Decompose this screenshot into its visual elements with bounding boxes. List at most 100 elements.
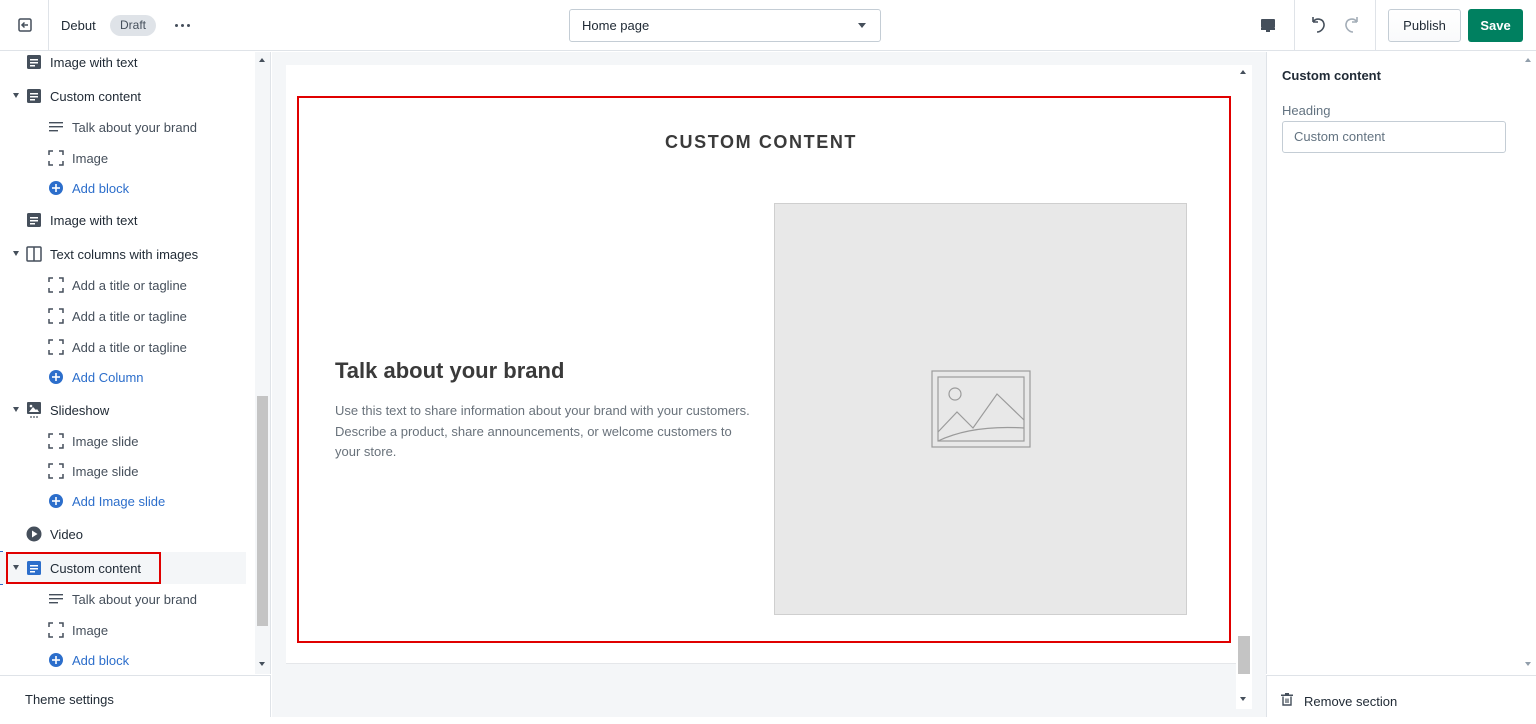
- add-block-button[interactable]: Add block: [0, 645, 255, 674]
- theme-settings-button[interactable]: Theme settings: [0, 675, 271, 717]
- top-bar: Debut Draft Home page Publish Save: [0, 0, 1536, 51]
- caret-down-icon[interactable]: [13, 251, 19, 256]
- scroll-down-arrow[interactable]: [259, 662, 265, 666]
- section-icon: [27, 55, 41, 69]
- theme-name: Debut: [61, 18, 96, 33]
- sidebar-item-label: Video: [50, 526, 84, 542]
- block-image-slide[interactable]: Image slide: [0, 456, 255, 486]
- undo-icon: [1312, 17, 1325, 33]
- caret-down-icon[interactable]: [13, 93, 19, 98]
- device-preview-button[interactable]: [1256, 14, 1280, 36]
- image-frame-icon: [48, 433, 64, 449]
- divider: [1375, 0, 1376, 51]
- add-block-label: Add block: [72, 652, 130, 668]
- add-circle-icon: [49, 653, 63, 667]
- block-label: Image: [72, 622, 109, 638]
- section-icon: [27, 89, 41, 103]
- exit-editor-button[interactable]: [14, 14, 36, 36]
- add-block-button[interactable]: Add block: [0, 173, 255, 203]
- sidebar-item-image-with-text[interactable]: Image with text: [0, 52, 255, 77]
- image-frame-icon: [48, 622, 64, 638]
- remove-section-button[interactable]: Remove section: [1266, 675, 1536, 717]
- sidebar-item-label: Image with text: [50, 212, 138, 228]
- preview-footer-area: [286, 663, 1236, 709]
- play-circle-icon: [26, 526, 42, 542]
- remove-section-label: Remove section: [1304, 694, 1398, 709]
- add-circle-icon: [49, 181, 63, 195]
- publish-button[interactable]: Publish: [1388, 9, 1461, 42]
- slideshow-icon: [27, 402, 41, 418]
- image-frame-icon: [48, 277, 64, 293]
- scroll-up-arrow[interactable]: [1525, 58, 1531, 62]
- block-label: Image: [72, 150, 109, 166]
- scroll-down-arrow[interactable]: [1240, 697, 1246, 701]
- block-label: Add a title or tagline: [72, 308, 187, 324]
- chevron-down-icon: [858, 23, 866, 28]
- scroll-up-arrow[interactable]: [259, 58, 265, 62]
- caret-down-icon[interactable]: [13, 407, 19, 412]
- block-talk-about-brand[interactable]: Talk about your brand: [0, 112, 255, 142]
- page-select-value: Home page: [582, 18, 650, 33]
- undo-button[interactable]: [1306, 13, 1330, 37]
- sidebar-item-label: Image with text: [50, 54, 138, 70]
- block-label: Image slide: [72, 463, 139, 479]
- sidebar-item-slideshow[interactable]: Slideshow: [0, 395, 255, 425]
- scroll-thumb[interactable]: [257, 396, 268, 626]
- sidebar-item-label: Text columns with images: [50, 246, 199, 262]
- redo-button[interactable]: [1340, 13, 1364, 37]
- block-talk-about-brand[interactable]: Talk about your brand: [0, 584, 255, 614]
- page-select[interactable]: Home page: [569, 9, 881, 42]
- columns-icon: [26, 246, 42, 262]
- more-actions-button[interactable]: [170, 15, 194, 35]
- desktop-icon: [1261, 19, 1275, 32]
- image-frame-icon: [48, 308, 64, 324]
- heading-input[interactable]: Custom content: [1282, 121, 1506, 153]
- text-lines-icon: [49, 594, 63, 604]
- add-circle-icon: [49, 494, 63, 508]
- highlight-box: [297, 96, 1231, 643]
- add-column-button[interactable]: Add Column: [0, 362, 255, 392]
- block-image-slide[interactable]: Image slide: [0, 426, 255, 456]
- dot: [186, 23, 190, 27]
- scroll-thumb[interactable]: [1238, 636, 1250, 674]
- add-image-slide-label: Add Image slide: [72, 493, 166, 509]
- section-icon: [27, 213, 41, 227]
- sidebar-item-text-columns[interactable]: Text columns with images: [0, 239, 255, 269]
- block-image[interactable]: Image: [0, 615, 255, 645]
- add-circle-icon: [49, 370, 63, 384]
- block-label: Talk about your brand: [72, 591, 198, 607]
- save-button[interactable]: Save: [1468, 9, 1523, 42]
- block-label: Add a title or tagline: [72, 277, 187, 293]
- block-label: Talk about your brand: [72, 119, 198, 135]
- sidebar-scrollbar[interactable]: [255, 52, 270, 674]
- sidebar-item-image-with-text[interactable]: Image with text: [0, 205, 255, 235]
- image-frame-icon: [48, 463, 64, 479]
- exit-icon: [18, 18, 32, 32]
- block-column[interactable]: Add a title or tagline: [0, 301, 255, 331]
- text-lines-icon: [49, 122, 63, 132]
- block-column[interactable]: Add a title or tagline: [0, 332, 255, 362]
- image-frame-icon: [48, 150, 64, 166]
- add-image-slide-button[interactable]: Add Image slide: [0, 486, 255, 516]
- sidebar-item-label: Slideshow: [50, 402, 110, 418]
- block-label: Image slide: [72, 433, 139, 449]
- add-column-label: Add Column: [72, 369, 144, 385]
- sidebar-item-custom-content[interactable]: Custom content: [0, 81, 255, 111]
- trash-icon: [1281, 693, 1293, 706]
- block-label: Add a title or tagline: [72, 339, 187, 355]
- dot: [174, 23, 178, 27]
- block-image[interactable]: Image: [0, 143, 255, 173]
- highlight-box: [6, 552, 161, 584]
- divider: [1294, 0, 1295, 51]
- image-frame-icon: [48, 339, 64, 355]
- block-column[interactable]: Add a title or tagline: [0, 270, 255, 300]
- status-badge: Draft: [110, 15, 157, 36]
- preview-scrollbar[interactable]: [1236, 65, 1252, 709]
- sidebar-item-video[interactable]: Video: [0, 519, 255, 549]
- settings-panel-title: Custom content: [1282, 68, 1381, 83]
- scroll-up-arrow[interactable]: [1240, 70, 1246, 74]
- scroll-down-arrow[interactable]: [1525, 662, 1531, 666]
- settings-scrollbar[interactable]: [1520, 52, 1536, 674]
- divider: [48, 0, 49, 51]
- dot: [180, 23, 184, 27]
